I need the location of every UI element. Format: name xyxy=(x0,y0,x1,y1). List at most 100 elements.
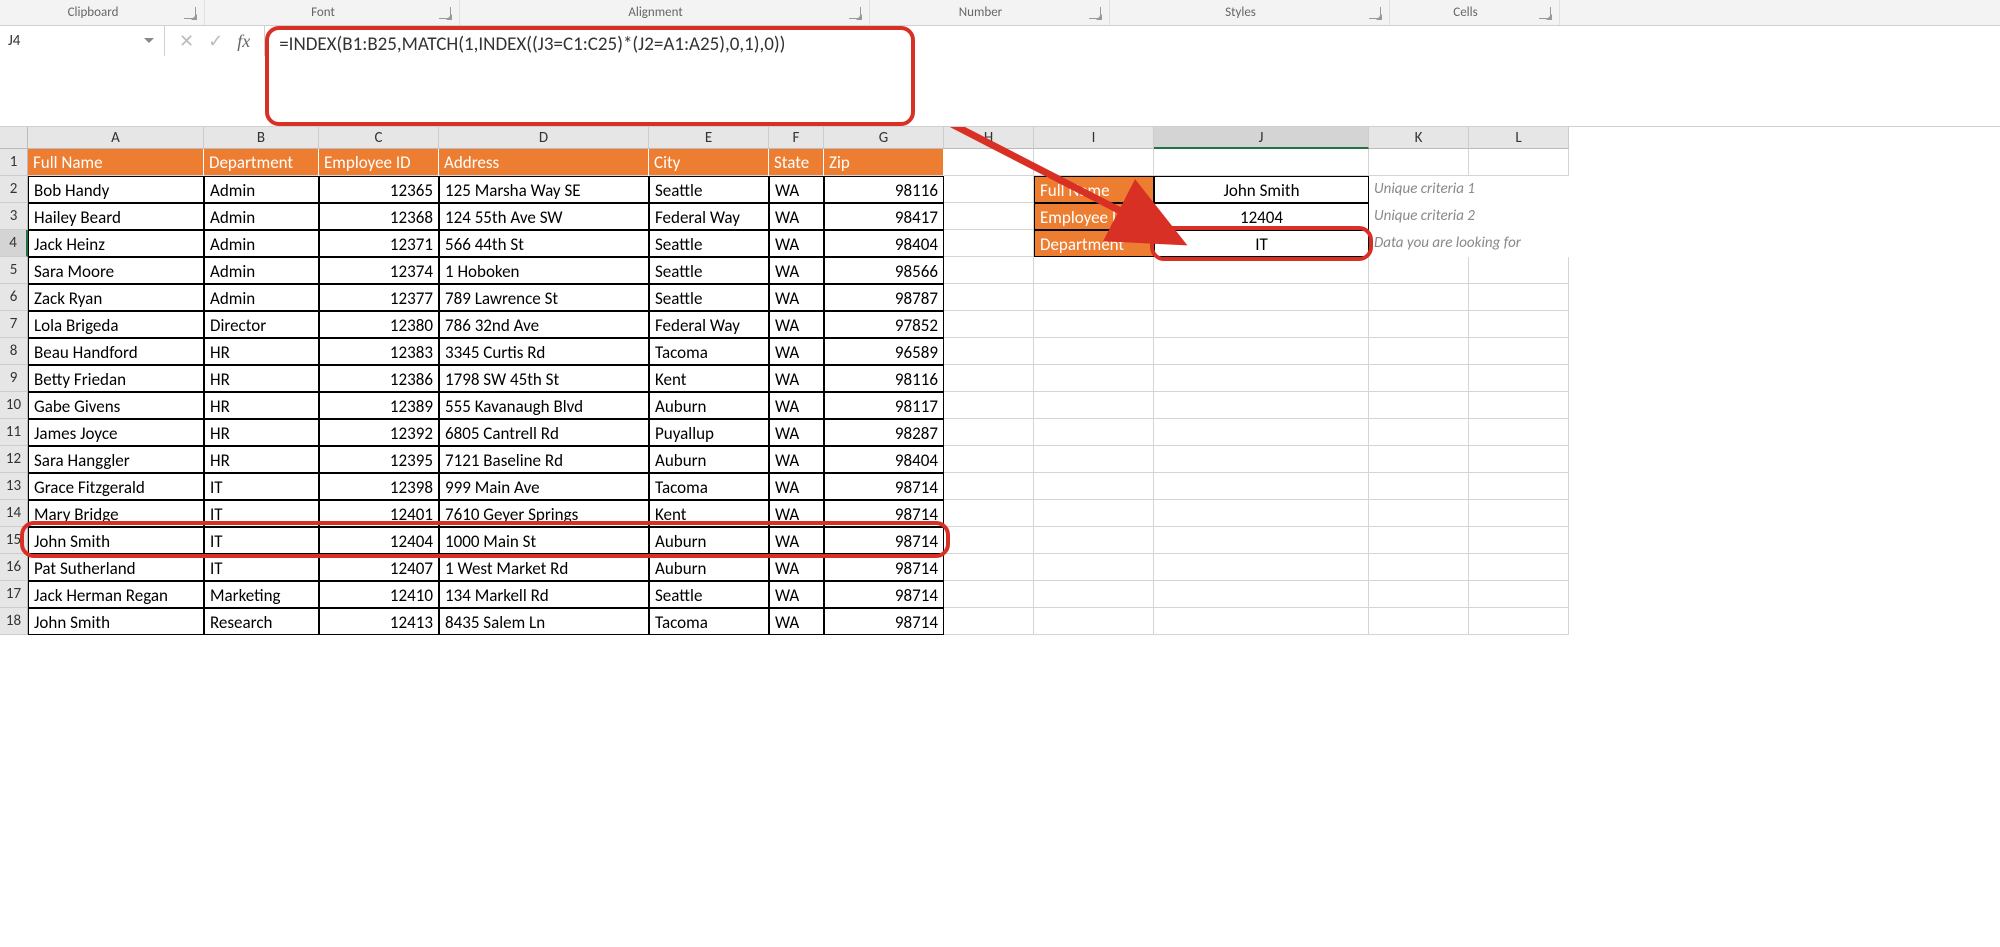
cell-A1[interactable]: Full Name xyxy=(28,149,204,176)
cell-J5[interactable] xyxy=(1154,257,1369,284)
cell-H1[interactable] xyxy=(944,149,1034,176)
row-header-10[interactable]: 10 xyxy=(0,392,28,419)
cell-L1[interactable] xyxy=(1469,149,1569,176)
cell-B13[interactable]: IT xyxy=(204,473,319,500)
col-header-I[interactable]: I xyxy=(1034,127,1154,149)
cell-J10[interactable] xyxy=(1154,392,1369,419)
cell-B9[interactable]: HR xyxy=(204,365,319,392)
cell-H10[interactable] xyxy=(944,392,1034,419)
cell-L12[interactable] xyxy=(1469,446,1569,473)
cell-L13[interactable] xyxy=(1469,473,1569,500)
cell-K5[interactable] xyxy=(1369,257,1469,284)
cell-K9[interactable] xyxy=(1369,365,1469,392)
cell-G13[interactable]: 98714 xyxy=(824,473,944,500)
cell-D12[interactable]: 7121 Baseline Rd xyxy=(439,446,649,473)
cell-E17[interactable]: Seattle xyxy=(649,581,769,608)
row-header-11[interactable]: 11 xyxy=(0,419,28,446)
row-header-8[interactable]: 8 xyxy=(0,338,28,365)
cell-E9[interactable]: Kent xyxy=(649,365,769,392)
select-all-corner[interactable] xyxy=(0,127,28,149)
cell-A12[interactable]: Sara Hanggler xyxy=(28,446,204,473)
cell-C6[interactable]: 12377 xyxy=(319,284,439,311)
cell-A18[interactable]: John Smith xyxy=(28,608,204,635)
cell-D14[interactable]: 7610 Geyer Springs xyxy=(439,500,649,527)
cell-G6[interactable]: 98787 xyxy=(824,284,944,311)
cell-G3[interactable]: 98417 xyxy=(824,203,944,230)
cell-B4[interactable]: Admin xyxy=(204,230,319,257)
cell-A7[interactable]: Lola Brigeda xyxy=(28,311,204,338)
cell-B17[interactable]: Marketing xyxy=(204,581,319,608)
cell-L11[interactable] xyxy=(1469,419,1569,446)
cell-K15[interactable] xyxy=(1369,527,1469,554)
col-header-G[interactable]: G xyxy=(824,127,944,149)
cell-K13[interactable] xyxy=(1369,473,1469,500)
enter-icon[interactable]: ✓ xyxy=(208,30,223,52)
cell-J9[interactable] xyxy=(1154,365,1369,392)
cell-F6[interactable]: WA xyxy=(769,284,824,311)
cell-J7[interactable] xyxy=(1154,311,1369,338)
cell-L18[interactable] xyxy=(1469,608,1569,635)
cell-F9[interactable]: WA xyxy=(769,365,824,392)
col-header-F[interactable]: F xyxy=(769,127,824,149)
cell-I14[interactable] xyxy=(1034,500,1154,527)
cell-E10[interactable]: Auburn xyxy=(649,392,769,419)
cell-H17[interactable] xyxy=(944,581,1034,608)
row-header-16[interactable]: 16 xyxy=(0,554,28,581)
cell-B2[interactable]: Admin xyxy=(204,176,319,203)
cell-A16[interactable]: Pat Sutherland xyxy=(28,554,204,581)
cell-C15[interactable]: 12404 xyxy=(319,527,439,554)
row-header-13[interactable]: 13 xyxy=(0,473,28,500)
cell-J2[interactable]: John Smith xyxy=(1154,176,1369,203)
name-box[interactable]: J4 xyxy=(0,28,140,54)
cell-F7[interactable]: WA xyxy=(769,311,824,338)
dialog-launcher-icon[interactable] xyxy=(439,7,451,19)
cell-F1[interactable]: State xyxy=(769,149,824,176)
cell-J15[interactable] xyxy=(1154,527,1369,554)
cell-K16[interactable] xyxy=(1369,554,1469,581)
col-header-D[interactable]: D xyxy=(439,127,649,149)
cell-K17[interactable] xyxy=(1369,581,1469,608)
cell-A14[interactable]: Mary Bridge xyxy=(28,500,204,527)
cell-K14[interactable] xyxy=(1369,500,1469,527)
cell-I3[interactable]: Employee ID xyxy=(1034,203,1154,230)
cell-H8[interactable] xyxy=(944,338,1034,365)
cell-J1[interactable] xyxy=(1154,149,1369,176)
name-box-dropdown-icon[interactable] xyxy=(140,32,158,50)
cell-J4[interactable]: IT xyxy=(1154,230,1369,257)
cell-D6[interactable]: 789 Lawrence St xyxy=(439,284,649,311)
cell-D7[interactable]: 786 32nd Ave xyxy=(439,311,649,338)
cell-L14[interactable] xyxy=(1469,500,1569,527)
cancel-icon[interactable]: ✕ xyxy=(179,30,194,52)
cell-I10[interactable] xyxy=(1034,392,1154,419)
cell-L10[interactable] xyxy=(1469,392,1569,419)
cell-D4[interactable]: 566 44th St xyxy=(439,230,649,257)
row-header-3[interactable]: 3 xyxy=(0,203,28,230)
row-header-7[interactable]: 7 xyxy=(0,311,28,338)
cell-E13[interactable]: Tacoma xyxy=(649,473,769,500)
cell-L15[interactable] xyxy=(1469,527,1569,554)
cell-G9[interactable]: 98116 xyxy=(824,365,944,392)
cell-D16[interactable]: 1 West Market Rd xyxy=(439,554,649,581)
cell-I6[interactable] xyxy=(1034,284,1154,311)
cell-G17[interactable]: 98714 xyxy=(824,581,944,608)
col-header-L[interactable]: L xyxy=(1469,127,1569,149)
cell-H6[interactable] xyxy=(944,284,1034,311)
cell-B6[interactable]: Admin xyxy=(204,284,319,311)
cell-F16[interactable]: WA xyxy=(769,554,824,581)
cell-F15[interactable]: WA xyxy=(769,527,824,554)
cell-E5[interactable]: Seattle xyxy=(649,257,769,284)
cell-B1[interactable]: Department xyxy=(204,149,319,176)
cell-F18[interactable]: WA xyxy=(769,608,824,635)
cell-D2[interactable]: 125 Marsha Way SE xyxy=(439,176,649,203)
cell-I2[interactable]: Full Name xyxy=(1034,176,1154,203)
cell-E7[interactable]: Federal Way xyxy=(649,311,769,338)
cell-C11[interactable]: 12392 xyxy=(319,419,439,446)
cell-F4[interactable]: WA xyxy=(769,230,824,257)
cell-E14[interactable]: Kent xyxy=(649,500,769,527)
cell-I11[interactable] xyxy=(1034,419,1154,446)
cell-H4[interactable] xyxy=(944,230,1034,257)
cell-I17[interactable] xyxy=(1034,581,1154,608)
cell-I15[interactable] xyxy=(1034,527,1154,554)
dialog-launcher-icon[interactable] xyxy=(1089,7,1101,19)
cell-D8[interactable]: 3345 Curtis Rd xyxy=(439,338,649,365)
